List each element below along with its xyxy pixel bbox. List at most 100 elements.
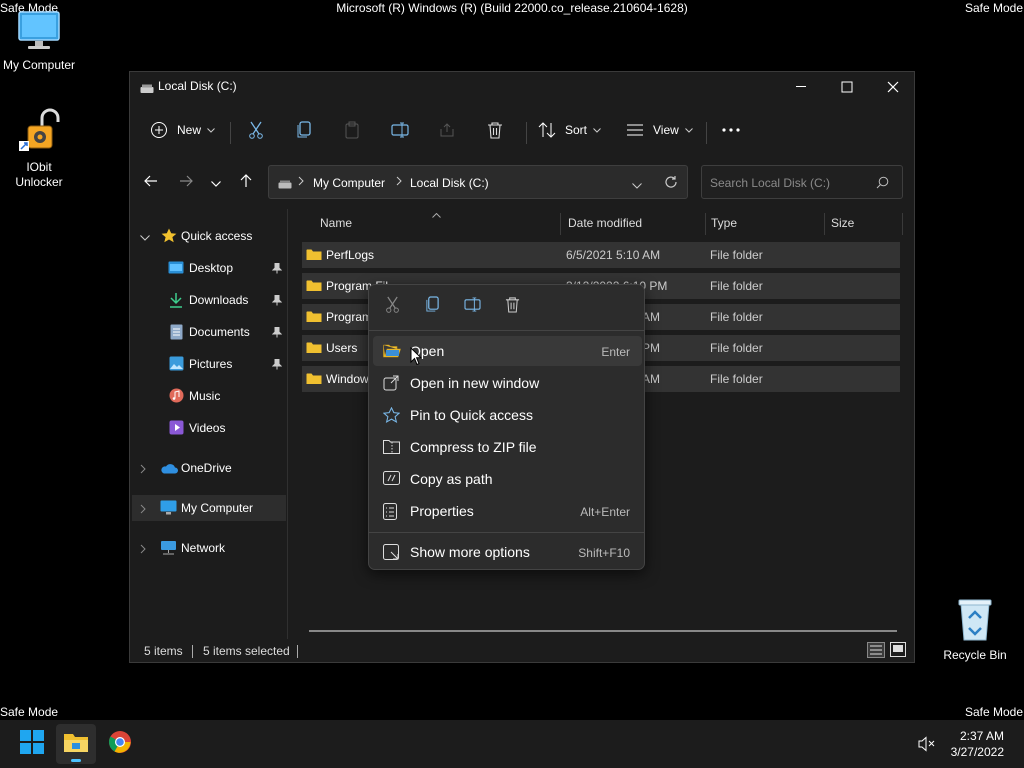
view-button[interactable]: View <box>626 117 693 143</box>
nav-item-desktop[interactable]: Desktop <box>130 255 286 281</box>
refresh-icon[interactable] <box>664 175 678 192</box>
horizontal-scrollbar[interactable] <box>309 630 897 632</box>
tiles-view-button[interactable] <box>890 642 906 660</box>
sort-ascending-icon <box>432 207 441 221</box>
file-name: Window <box>326 372 369 386</box>
star-icon <box>382 406 401 426</box>
menu-item-pin-quick-access[interactable]: Pin to Quick access <box>373 400 642 430</box>
menu-item-properties[interactable]: Properties Alt+Enter <box>373 496 642 526</box>
recent-locations-button[interactable] <box>204 172 228 194</box>
delete-button[interactable] <box>487 117 503 143</box>
column-divider[interactable] <box>824 213 825 235</box>
breadcrumb-my-computer[interactable]: My Computer <box>313 176 385 190</box>
cut-button[interactable] <box>248 117 264 143</box>
desktop-icon-recycle-bin[interactable]: Recycle Bin <box>937 598 1013 663</box>
file-name: Users <box>326 341 358 355</box>
taskbar-file-explorer[interactable] <box>56 724 96 764</box>
nav-item-music[interactable]: Music <box>130 383 286 409</box>
chevron-right-icon <box>298 175 304 189</box>
build-info: Microsoft (R) Windows (R) (Build 22000.c… <box>336 1 688 15</box>
file-type: File folder <box>710 372 763 386</box>
menu-item-open-new-window[interactable]: Open in new window <box>373 368 642 398</box>
file-row[interactable]: PerfLogs 6/5/2021 5:10 AM File folder <box>302 242 900 268</box>
monitor-icon <box>160 500 177 518</box>
column-divider[interactable] <box>902 213 903 235</box>
nav-item-onedrive[interactable]: OneDrive <box>130 455 286 481</box>
status-divider <box>297 645 298 658</box>
maximize-button[interactable] <box>824 72 870 102</box>
cloud-icon <box>160 463 178 477</box>
nav-item-network[interactable]: Network <box>130 535 286 561</box>
address-history-dropdown[interactable] <box>632 178 642 192</box>
nav-item-pictures[interactable]: Pictures <box>130 351 286 377</box>
menu-item-compress-zip[interactable]: Compress to ZIP file <box>373 432 642 462</box>
nav-item-videos[interactable]: Videos <box>130 415 286 441</box>
nav-item-quick-access[interactable]: Quick access <box>130 223 286 249</box>
desktop-icon-iobit-unlocker[interactable]: IObit Unlocker <box>1 108 77 190</box>
copy-button[interactable] <box>296 117 312 143</box>
back-button[interactable] <box>139 172 163 194</box>
column-header-size[interactable]: Size <box>831 216 854 230</box>
share-button[interactable] <box>439 117 455 143</box>
chrome-icon <box>108 730 132 759</box>
title-bar[interactable]: Local Disk (C:) <box>130 72 914 102</box>
copy-path-icon <box>383 471 400 488</box>
file-name: PerfLogs <box>326 248 375 262</box>
close-button[interactable] <box>870 72 916 102</box>
volume-muted-icon[interactable] <box>918 736 936 757</box>
forward-button[interactable] <box>174 172 198 194</box>
chevron-right-icon <box>396 175 402 189</box>
monitor-icon <box>1 10 77 56</box>
start-button[interactable] <box>12 724 52 764</box>
column-header-name[interactable]: Name <box>320 216 352 230</box>
rename-icon <box>463 297 481 317</box>
search-input[interactable]: Search Local Disk (C:) <box>701 165 903 199</box>
menu-item-copy-as-path[interactable]: Copy as path <box>373 464 642 494</box>
column-divider[interactable] <box>560 213 561 235</box>
column-headers: Name Date modified Type Size <box>290 212 910 235</box>
menu-item-label: Pin to Quick access <box>410 407 533 423</box>
nav-item-documents[interactable]: Documents <box>130 319 286 345</box>
details-view-button[interactable] <box>867 642 885 661</box>
context-cut-button[interactable] <box>374 293 410 321</box>
chevron-down-icon <box>207 127 215 133</box>
nav-item-my-computer[interactable]: My Computer <box>132 495 286 521</box>
desktop-icon-my-computer[interactable]: My Computer <box>1 10 77 73</box>
folder-icon <box>306 248 322 264</box>
nav-item-downloads[interactable]: Downloads <box>130 287 286 313</box>
pin-icon <box>271 295 283 309</box>
nav-label: Network <box>181 541 226 555</box>
rename-button[interactable] <box>391 117 409 143</box>
context-rename-button[interactable] <box>454 293 490 321</box>
trash-icon <box>505 296 520 318</box>
context-copy-button[interactable] <box>414 293 450 321</box>
pin-icon <box>271 327 283 341</box>
context-delete-button[interactable] <box>494 293 530 321</box>
taskbar-chrome[interactable] <box>100 724 140 764</box>
new-button[interactable]: New <box>150 117 215 143</box>
sort-button[interactable]: Sort <box>538 117 601 143</box>
file-explorer-icon <box>63 731 89 758</box>
paste-button[interactable] <box>344 117 360 143</box>
more-options-button[interactable] <box>722 117 740 143</box>
column-divider[interactable] <box>705 213 706 235</box>
column-header-date-modified[interactable]: Date modified <box>568 216 642 230</box>
copy-icon <box>296 121 312 139</box>
safe-mode-label-bottom-left: Safe Mode <box>0 705 59 719</box>
nav-label: Downloads <box>189 293 249 307</box>
open-new-window-icon <box>383 375 399 394</box>
nav-label: Desktop <box>189 261 234 275</box>
breadcrumb-local-disk[interactable]: Local Disk (C:) <box>410 176 489 190</box>
system-clock[interactable]: 2:37 AM 3/27/2022 <box>951 728 1004 760</box>
minimize-button[interactable] <box>778 72 824 102</box>
menu-item-shortcut: Alt+Enter <box>580 505 630 519</box>
up-button[interactable] <box>234 172 258 194</box>
toolbar-divider <box>526 122 527 144</box>
column-header-type[interactable]: Type <box>711 216 737 230</box>
address-bar[interactable]: My Computer Local Disk (C:) <box>268 165 688 199</box>
active-indicator <box>71 759 81 762</box>
search-icon <box>876 176 889 192</box>
share-icon <box>439 122 455 138</box>
menu-item-show-more-options[interactable]: Show more options Shift+F10 <box>373 537 642 567</box>
file-type: File folder <box>710 310 763 324</box>
